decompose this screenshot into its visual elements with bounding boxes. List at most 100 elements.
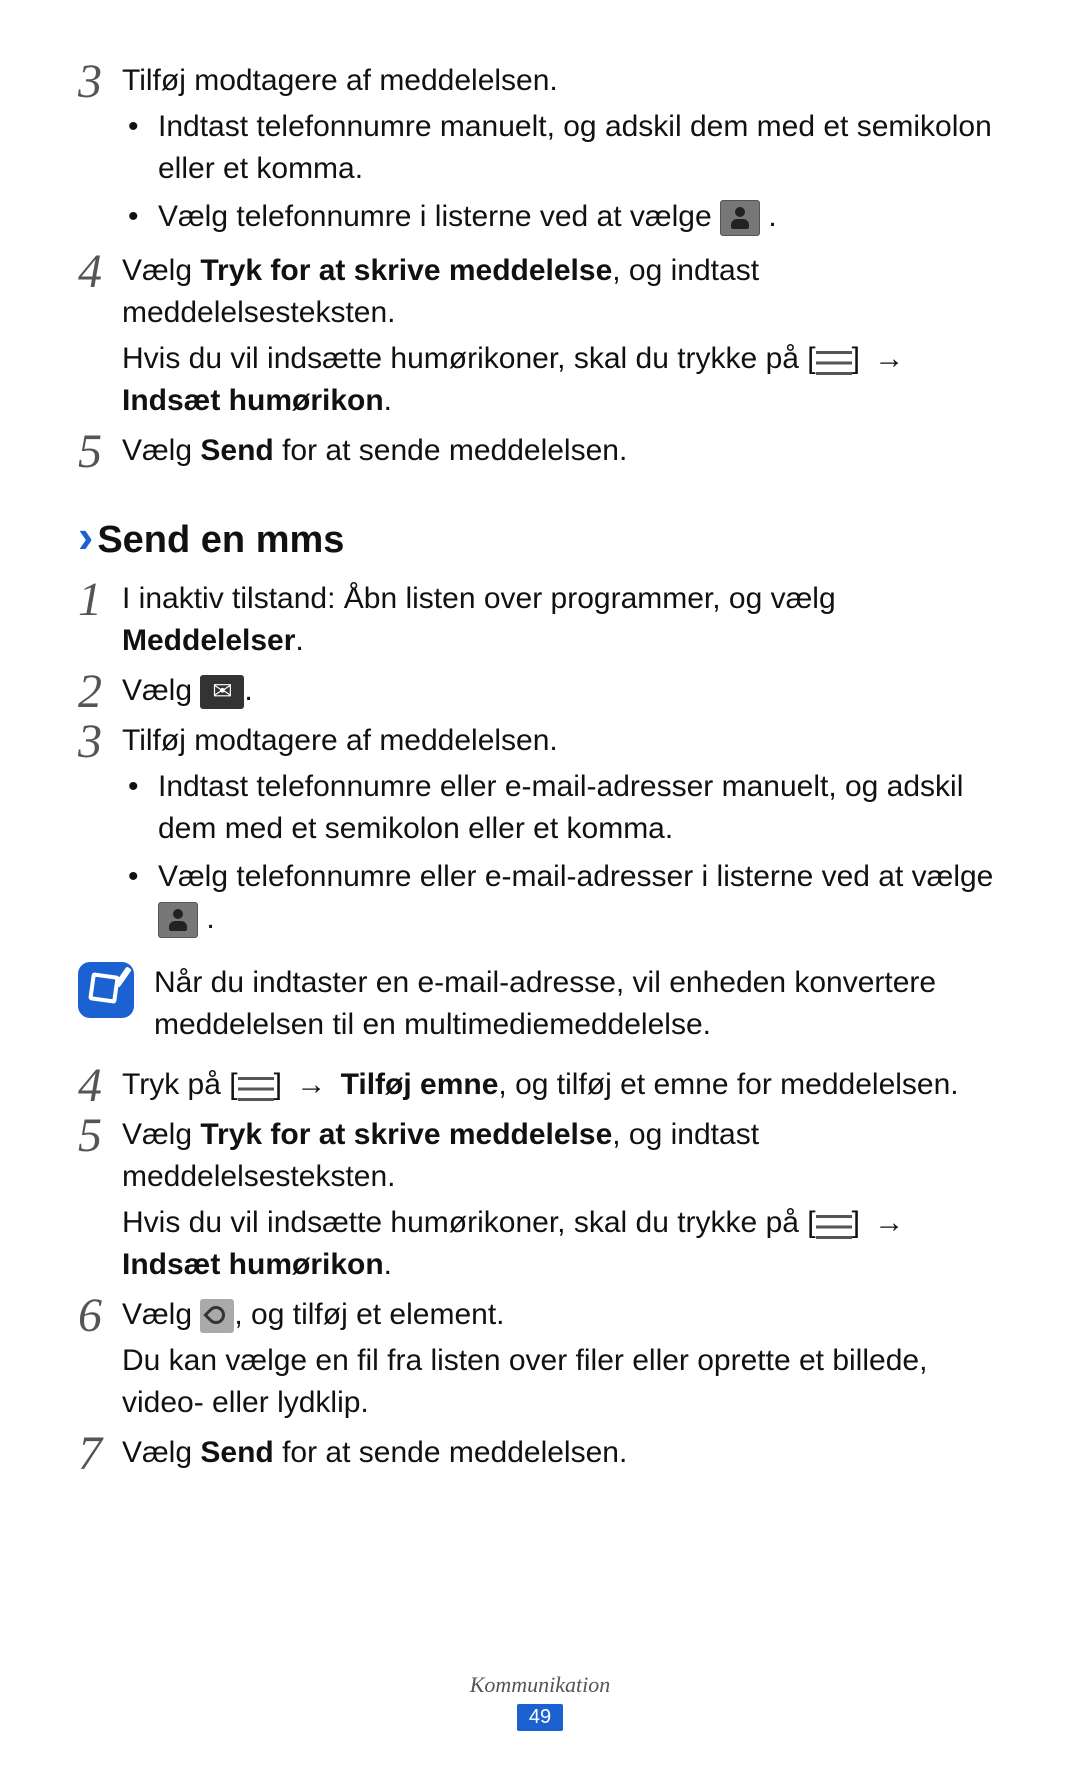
- step-line: Vælg Tryk for at skrive meddelelse, og i…: [122, 1114, 1002, 1198]
- t-bold: Indsæt humørikon: [122, 1248, 384, 1281]
- t: .: [244, 674, 252, 707]
- t-bold: Send: [200, 434, 273, 467]
- compose-icon: [200, 675, 244, 709]
- t-bold: Tilføj emne: [341, 1068, 499, 1101]
- step-number: 6: [78, 1294, 122, 1336]
- trail: .: [206, 902, 214, 935]
- t-bold: Indsæt humørikon: [122, 384, 384, 417]
- footer-section-label: Kommunikation: [0, 1672, 1080, 1698]
- step-body: Tilføj modtagere af meddelelsen. Indtast…: [122, 720, 1002, 948]
- step-3a: 3 Tilføj modtagere af meddelelsen. Indta…: [78, 60, 1002, 246]
- mms-step-7: 7 Vælg Send for at sende meddelelsen.: [78, 1432, 1002, 1478]
- t-bold: Tryk for at skrive meddelelse: [200, 254, 612, 287]
- step-body: Vælg Send for at sende meddelelsen.: [122, 430, 1002, 476]
- arrow-icon: →: [874, 1202, 904, 1244]
- attach-icon: [200, 1299, 234, 1333]
- step-body: Vælg .: [122, 670, 1002, 716]
- t: [332, 1068, 340, 1101]
- bullet-text: Vælg telefonnumre i listerne ved at vælg…: [158, 200, 720, 233]
- t-bold: Send: [200, 1436, 273, 1469]
- bullet-item: Indtast telefonnumre eller e-mail-adress…: [158, 766, 1002, 850]
- step-line: Hvis du vil indsætte humørikoner, skal d…: [122, 1202, 1002, 1286]
- section-heading: › Send en mms: [78, 516, 1002, 562]
- chevron-icon: ›: [78, 516, 93, 556]
- step-line: Vælg , og tilføj et element.: [122, 1294, 1002, 1336]
- bullet-item: Vælg telefonnumre eller e-mail-adresser …: [158, 856, 1002, 940]
- bullet-item: Indtast telefonnumre manuelt, og adskil …: [158, 106, 1002, 190]
- t: Hvis du vil indsætte humørikoner, skal d…: [122, 1206, 816, 1239]
- t: Vælg: [122, 1298, 200, 1331]
- t: .: [384, 384, 392, 417]
- t: , og tilføj et element.: [234, 1298, 504, 1331]
- step-body: Vælg , og tilføj et element. Du kan vælg…: [122, 1294, 1002, 1428]
- section-title: Send en mms: [97, 519, 344, 562]
- menu-icon: [816, 351, 852, 375]
- mms-step-5: 5 Vælg Tryk for at skrive meddelelse, og…: [78, 1114, 1002, 1290]
- step-body: Vælg Tryk for at skrive meddelelse, og i…: [122, 1114, 1002, 1290]
- note-box: Når du indtaster en e-mail-adresse, vil …: [78, 962, 1002, 1046]
- trail: .: [768, 200, 776, 233]
- step-number: 4: [78, 250, 122, 292]
- t: Vælg: [122, 1118, 200, 1151]
- step-line: Vælg Send for at sende meddelelsen.: [122, 1432, 1002, 1474]
- step-5a: 5 Vælg Send for at sende meddelelsen.: [78, 430, 1002, 476]
- t: Hvis du vil indsætte humørikoner, skal d…: [122, 342, 816, 375]
- step-4a: 4 Vælg Tryk for at skrive meddelelse, og…: [78, 250, 1002, 426]
- mms-step-2: 2 Vælg .: [78, 670, 1002, 716]
- step-body: Vælg Tryk for at skrive meddelelse, og i…: [122, 250, 1002, 426]
- step-line: Vælg Tryk for at skrive meddelelse, og i…: [122, 250, 1002, 334]
- mms-step-3: 3 Tilføj modtagere af meddelelsen. Indta…: [78, 720, 1002, 948]
- step-line: Vælg .: [122, 670, 1002, 712]
- page-number: 49: [517, 1704, 563, 1731]
- menu-icon: [238, 1077, 274, 1101]
- note-text: Når du indtaster en e-mail-adresse, vil …: [154, 962, 1002, 1046]
- contact-icon: [158, 902, 198, 938]
- t: Vælg: [122, 674, 200, 707]
- t: ]: [852, 342, 869, 375]
- t-bold: Meddelelser: [122, 624, 295, 657]
- step-line: Hvis du vil indsætte humørikoner, skal d…: [122, 338, 1002, 422]
- bullet-item: Vælg telefonnumre i listerne ved at vælg…: [158, 196, 1002, 238]
- step-text: Tilføj modtagere af meddelelsen.: [122, 720, 1002, 762]
- step-text: Tilføj modtagere af meddelelsen.: [122, 60, 1002, 102]
- step-number: 4: [78, 1064, 122, 1106]
- t: ]: [852, 1206, 869, 1239]
- step-line: Vælg Send for at sende meddelelsen.: [122, 430, 1002, 472]
- arrow-icon: →: [874, 338, 904, 380]
- bullet-list: Indtast telefonnumre manuelt, og adskil …: [122, 106, 1002, 238]
- t: , og tilføj et emne for meddelelsen.: [498, 1068, 958, 1101]
- t: Vælg: [122, 434, 200, 467]
- step-body: I inaktiv tilstand: Åbn listen over prog…: [122, 578, 1002, 666]
- t: .: [295, 624, 303, 657]
- t: Vælg: [122, 254, 200, 287]
- step-line: Tryk på [] → Tilføj emne, og tilføj et e…: [122, 1064, 1002, 1106]
- step-line: Du kan vælge en fil fra listen over file…: [122, 1340, 1002, 1424]
- step-line: I inaktiv tilstand: Åbn listen over prog…: [122, 578, 1002, 662]
- t: ]: [274, 1068, 291, 1101]
- step-number: 3: [78, 720, 122, 762]
- t: for at sende meddelelsen.: [274, 1436, 628, 1469]
- t: for at sende meddelelsen.: [274, 434, 628, 467]
- step-number: 5: [78, 430, 122, 472]
- page-footer: Kommunikation 49: [0, 1672, 1080, 1731]
- bullet-text: Vælg telefonnumre eller e-mail-adresser …: [158, 860, 993, 893]
- t: .: [384, 1248, 392, 1281]
- step-body: Tryk på [] → Tilføj emne, og tilføj et e…: [122, 1064, 1002, 1110]
- mms-step-1: 1 I inaktiv tilstand: Åbn listen over pr…: [78, 578, 1002, 666]
- contact-icon: [720, 200, 760, 236]
- t: I inaktiv tilstand: Åbn listen over prog…: [122, 582, 836, 615]
- step-number: 3: [78, 60, 122, 102]
- t-bold: Tryk for at skrive meddelelse: [200, 1118, 612, 1151]
- step-number: 1: [78, 578, 122, 620]
- mms-step-4: 4 Tryk på [] → Tilføj emne, og tilføj et…: [78, 1064, 1002, 1110]
- t: Tryk på [: [122, 1068, 238, 1101]
- bullet-list: Indtast telefonnumre eller e-mail-adress…: [122, 766, 1002, 940]
- step-body: Vælg Send for at sende meddelelsen.: [122, 1432, 1002, 1478]
- manual-page: 3 Tilføj modtagere af meddelelsen. Indta…: [0, 0, 1080, 1771]
- step-body: Tilføj modtagere af meddelelsen. Indtast…: [122, 60, 1002, 246]
- note-icon: [78, 962, 134, 1018]
- arrow-icon: →: [296, 1064, 326, 1106]
- step-number: 5: [78, 1114, 122, 1156]
- mms-step-6: 6 Vælg , og tilføj et element. Du kan væ…: [78, 1294, 1002, 1428]
- step-number: 2: [78, 670, 122, 712]
